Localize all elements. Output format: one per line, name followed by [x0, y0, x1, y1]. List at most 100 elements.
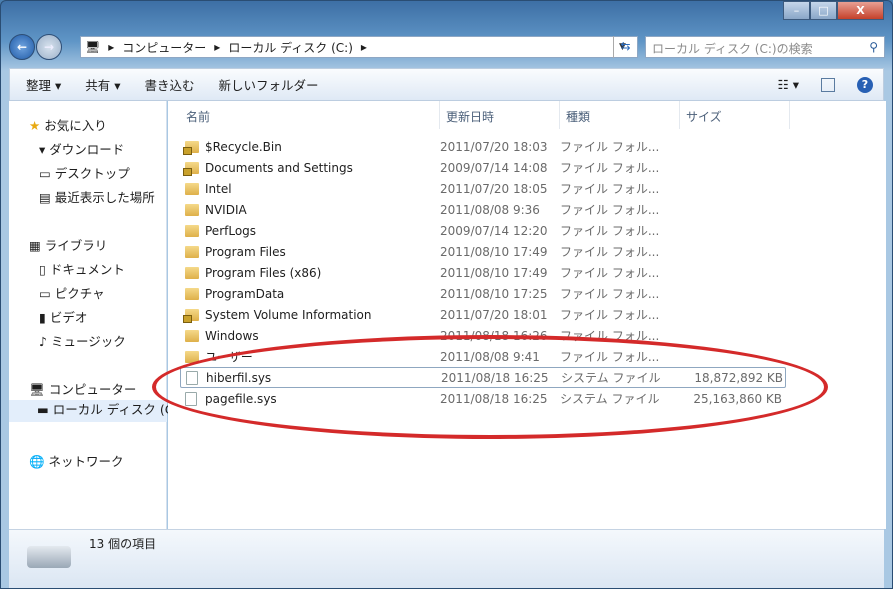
help-button[interactable]: ? [857, 76, 873, 93]
file-type: ファイル フォル... [560, 182, 660, 196]
navigation-pane: ★ お気に入り ▾ ダウンロード ▭ デスクトップ ▤ 最近表示した場所 ▦ ラ… [9, 101, 183, 529]
file-name: Intel [205, 181, 232, 196]
file-row[interactable]: Windows 2011/08/18 16:26 ファイル フォル... [180, 325, 786, 346]
breadcrumb-computer[interactable]: コンピューター [122, 39, 206, 56]
file-type: ファイル フォル... [560, 287, 660, 301]
file-type: ファイル フォル... [560, 350, 660, 364]
folder-icon [185, 245, 199, 258]
system-file-icon [186, 370, 198, 385]
file-date: 2009/07/14 14:08 [440, 160, 548, 175]
back-button[interactable]: ← [9, 34, 35, 60]
address-bar[interactable]: 🖥 ▸ コンピューター ▸ ローカル ディスク (C:) ▸ ▼ [80, 36, 638, 58]
sidebar-libraries[interactable]: ▦ ライブラリ [29, 235, 107, 254]
organize-button[interactable]: 整理 ▾ [26, 75, 61, 94]
toolbar: 整理 ▾ 共有 ▾ 書き込む 新しいフォルダー ☷ ▾ ? [9, 68, 884, 101]
folder-icon [183, 161, 199, 176]
file-size: 25,163,860 KB [693, 391, 782, 406]
file-date: 2011/08/18 16:26 [440, 328, 548, 343]
file-name: NVIDIA [205, 202, 247, 217]
column-headers: 名前 更新日時 種類 サイズ [168, 101, 886, 129]
search-input[interactable]: ローカル ディスク (C:)の検索 ⚲ [645, 36, 885, 58]
new-folder-button[interactable]: 新しいフォルダー [219, 75, 319, 94]
file-row[interactable]: NVIDIA 2011/08/08 9:36 ファイル フォル... [180, 199, 786, 220]
file-row[interactable]: PerfLogs 2009/07/14 12:20 ファイル フォル... [180, 220, 786, 241]
file-type: ファイル フォル... [560, 329, 660, 343]
file-date: 2011/08/10 17:49 [440, 265, 548, 280]
file-date: 2011/08/10 17:25 [440, 286, 548, 301]
share-button[interactable]: 共有 ▾ [85, 75, 120, 94]
file-date: 2011/08/18 16:25 [440, 391, 548, 406]
file-type: ファイル フォル... [560, 161, 660, 175]
system-file-icon [185, 391, 197, 406]
column-size[interactable]: サイズ [680, 101, 790, 129]
file-date: 2011/08/08 9:41 [440, 349, 540, 364]
folder-icon [185, 182, 199, 195]
forward-button[interactable]: → [36, 34, 62, 60]
file-type: ファイル フォル... [560, 266, 660, 280]
refresh-button[interactable]: ⇆ [613, 36, 637, 58]
star-icon: ★ [29, 118, 41, 133]
file-name: pagefile.sys [205, 391, 277, 406]
file-name: System Volume Information [205, 307, 372, 322]
sidebar-item-documents[interactable]: ▯ ドキュメント [39, 259, 125, 278]
file-row[interactable]: Program Files 2011/08/10 17:49 ファイル フォル.… [180, 241, 786, 262]
burn-button[interactable]: 書き込む [145, 75, 195, 94]
file-size: 18,872,892 KB [694, 370, 783, 385]
file-row[interactable]: ユーザー 2011/08/08 9:41 ファイル フォル... [180, 346, 786, 367]
file-name: hiberfil.sys [206, 370, 272, 385]
drive-icon [27, 546, 71, 568]
file-name: Windows [205, 328, 259, 343]
folder-icon [185, 350, 199, 363]
folder-icon [185, 287, 199, 300]
close-button[interactable]: X [837, 1, 884, 20]
file-type: ファイル フォル... [560, 203, 660, 217]
view-options-button[interactable]: ☷ ▾ [778, 77, 799, 92]
file-row[interactable]: Intel 2011/07/20 18:05 ファイル フォル... [180, 178, 786, 199]
file-date: 2011/07/20 18:01 [440, 307, 548, 322]
file-row[interactable]: ProgramData 2011/08/10 17:25 ファイル フォル... [180, 283, 786, 304]
column-name[interactable]: 名前 [168, 101, 440, 129]
column-date[interactable]: 更新日時 [440, 101, 560, 129]
item-count: 13 個の項目 [89, 537, 157, 551]
breadcrumb-local-disk[interactable]: ローカル ディスク (C:) [228, 39, 353, 56]
file-name: ユーザー [205, 350, 253, 364]
sidebar-item-local-disk[interactable]: ▬ ローカル ディスク (C:) [9, 400, 183, 422]
maximize-button[interactable]: □ [810, 1, 837, 20]
file-row[interactable]: System Volume Information 2011/07/20 18:… [180, 304, 786, 325]
file-type: システム ファイル [561, 371, 661, 385]
file-date: 2011/08/18 16:25 [441, 370, 549, 385]
sidebar-favorites[interactable]: ★ お気に入り [29, 115, 107, 134]
column-type[interactable]: 種類 [560, 101, 680, 129]
file-row[interactable]: $Recycle.Bin 2011/07/20 18:03 ファイル フォル..… [180, 136, 786, 157]
sidebar-item-videos[interactable]: ▮ ビデオ [39, 307, 87, 326]
sidebar-item-downloads[interactable]: ▾ ダウンロード [39, 139, 124, 158]
file-type: システム ファイル [560, 392, 660, 406]
search-icon: ⚲ [869, 40, 878, 54]
file-row[interactable]: pagefile.sys 2011/08/18 16:25 システム ファイル … [180, 388, 786, 409]
file-type: ファイル フォル... [560, 224, 660, 238]
file-date: 2011/07/20 18:03 [440, 139, 548, 154]
sidebar-item-music[interactable]: ♪ ミュージック [39, 331, 126, 350]
file-date: 2011/07/20 18:05 [440, 181, 548, 196]
minimize-button[interactable]: – [783, 1, 810, 20]
folder-icon [185, 203, 199, 216]
sidebar-item-recent[interactable]: ▤ 最近表示した場所 [39, 187, 155, 206]
file-row[interactable]: hiberfil.sys 2011/08/18 16:25 システム ファイル … [180, 367, 786, 388]
sidebar-item-pictures[interactable]: ▭ ピクチャ [39, 283, 105, 302]
file-type: ファイル フォル... [560, 308, 660, 322]
file-date: 2011/08/08 9:36 [440, 202, 540, 217]
file-row[interactable]: Program Files (x86) 2011/08/10 17:49 ファイ… [180, 262, 786, 283]
computer-icon: 🖥 [85, 40, 101, 54]
explorer-window: – □ X ← → 🖥 ▸ コンピューター ▸ ローカル ディスク (C:) ▸ ▼ … [0, 0, 893, 589]
sidebar-computer[interactable]: 🖥 コンピューター [29, 379, 136, 398]
file-row[interactable]: Documents and Settings 2009/07/14 14:08 … [180, 157, 786, 178]
file-type: ファイル フォル... [560, 245, 660, 259]
sidebar-network[interactable]: 🌐 ネットワーク [29, 451, 124, 470]
sidebar-item-desktop[interactable]: ▭ デスクトップ [39, 163, 130, 182]
file-date: 2009/07/14 12:20 [440, 223, 548, 238]
preview-pane-button[interactable] [821, 77, 835, 92]
status-bar: 13 個の項目 [9, 529, 884, 588]
file-name: Program Files (x86) [205, 265, 322, 280]
folder-icon [183, 308, 199, 323]
file-name: PerfLogs [205, 223, 257, 238]
